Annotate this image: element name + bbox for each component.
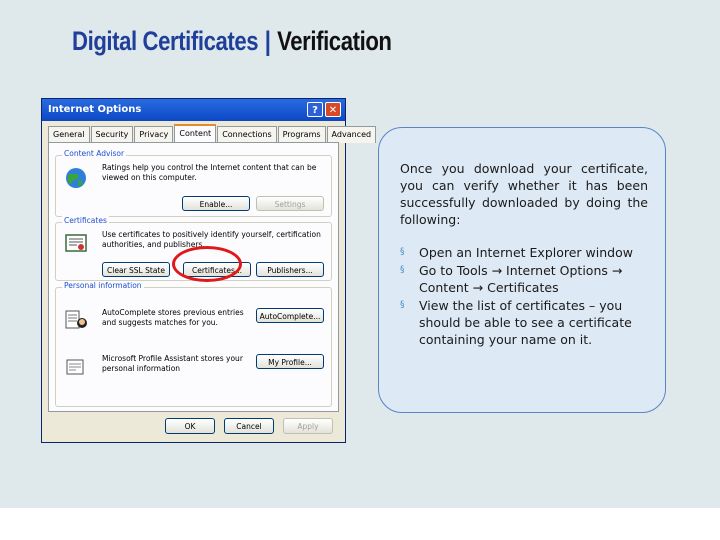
personal-info-label: Personal information <box>62 281 144 290</box>
certificate-icon <box>65 234 87 252</box>
personal-info-group: Personal information AutoComplete stores… <box>55 281 332 407</box>
list-item: § View the list of certificates – you sho… <box>400 297 658 348</box>
dialog-titlebar[interactable]: Internet Options ? ✕ <box>42 99 345 121</box>
content-advisor-group: Content Advisor Ratings help you control… <box>55 149 332 217</box>
tab-strip: General Security Privacy Content Connect… <box>48 124 377 143</box>
autocomplete-button[interactable]: AutoComplete... <box>256 308 324 323</box>
clear-ssl-state-button[interactable]: Clear SSL State <box>102 262 170 277</box>
autocomplete-text: AutoComplete stores previous entries and… <box>102 308 244 327</box>
tab-content[interactable]: Content <box>174 124 217 143</box>
bullet-icon: § <box>400 265 405 275</box>
bullet-icon: § <box>400 300 405 310</box>
help-button[interactable]: ? <box>307 102 323 117</box>
dialog-title: Internet Options <box>48 104 142 115</box>
profile-assistant-text: Microsoft Profile Assistant stores your … <box>102 354 243 373</box>
content-advisor-label: Content Advisor <box>62 149 127 158</box>
tab-connections[interactable]: Connections <box>217 126 277 143</box>
settings-button[interactable]: Settings <box>256 196 324 211</box>
close-button[interactable]: ✕ <box>325 102 341 117</box>
apply-button[interactable]: Apply <box>283 418 333 434</box>
ok-button[interactable]: OK <box>165 418 215 434</box>
tab-advanced[interactable]: Advanced <box>326 126 377 143</box>
autocomplete-icon <box>65 310 87 329</box>
callout-intro: Once you download your certificate, you … <box>400 161 648 227</box>
bullet-icon: § <box>400 247 405 257</box>
tab-privacy[interactable]: Privacy <box>134 126 174 143</box>
list-item: § Open an Internet Explorer window <box>400 244 658 261</box>
title-separator: | <box>264 26 271 56</box>
content-advisor-text: Ratings help you control the Internet co… <box>102 163 317 182</box>
certificates-highlight-circle <box>172 246 242 282</box>
cancel-button[interactable]: Cancel <box>224 418 274 434</box>
tab-programs[interactable]: Programs <box>277 126 326 143</box>
list-item: § Go to Tools → Internet Options → Conten… <box>400 262 658 296</box>
publishers-button[interactable]: Publishers... <box>256 262 324 277</box>
list-item-text: View the list of certificates – you shou… <box>419 298 632 347</box>
globe-icon <box>66 168 86 188</box>
title-part-1: Digital Certificates <box>72 26 259 56</box>
profile-assistant-icon <box>66 359 84 375</box>
enable-button[interactable]: Enable... <box>182 196 250 211</box>
certificates-label: Certificates <box>62 216 109 225</box>
slide-title: Digital Certificates | Verification <box>72 26 392 57</box>
my-profile-button[interactable]: My Profile... <box>256 354 324 369</box>
tab-general[interactable]: General <box>48 126 90 143</box>
list-item-text: Open an Internet Explorer window <box>419 245 633 260</box>
instruction-list: § Open an Internet Explorer window § Go to… <box>400 244 658 349</box>
tab-security[interactable]: Security <box>90 126 134 143</box>
list-item-text: Go to Tools → Internet Options → Content… <box>419 263 623 295</box>
bottom-strip <box>0 508 720 540</box>
title-part-2: Verification <box>277 26 392 56</box>
